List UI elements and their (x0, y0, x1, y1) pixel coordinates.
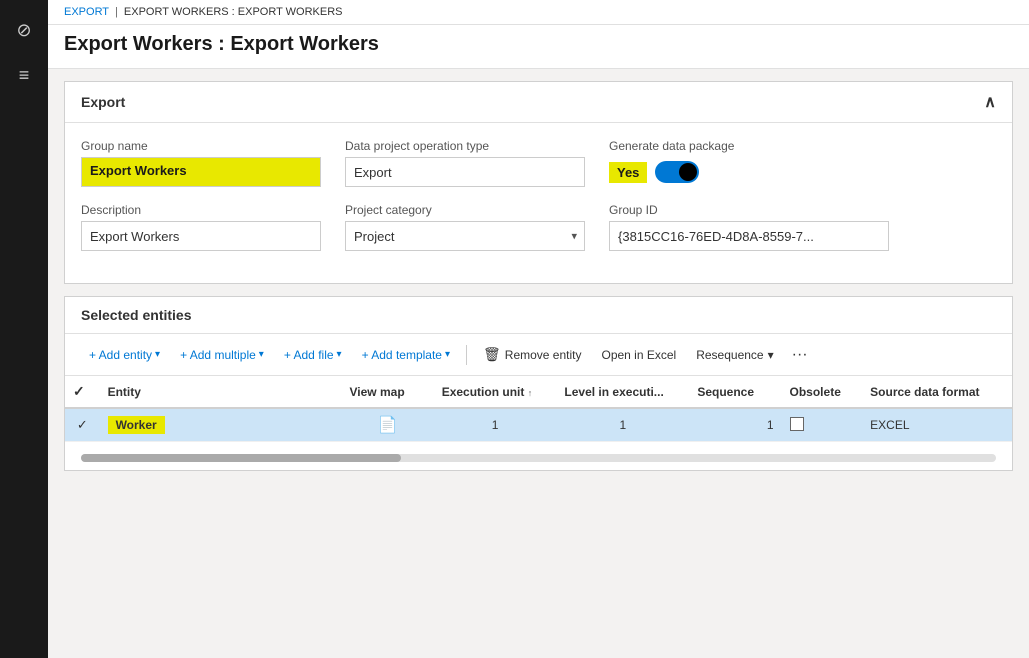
form-row-2: Description Project category Project Gro… (81, 203, 996, 251)
project-category-wrapper: Project (345, 221, 585, 251)
generate-package-field: Generate data package Yes (609, 139, 996, 187)
add-template-chevron: ▾ (445, 349, 450, 360)
add-multiple-button[interactable]: + Add multiple ▾ (172, 344, 272, 366)
group-name-input[interactable]: Export Workers (81, 157, 321, 187)
view-map-icon[interactable]: 📄 (378, 417, 398, 434)
open-excel-button[interactable]: Open in Excel (593, 344, 684, 366)
entities-card-header: Selected entities (65, 297, 1012, 334)
th-execunit[interactable]: Execution unit ↑ (434, 376, 557, 408)
th-sequence[interactable]: Sequence (689, 376, 781, 408)
group-name-field: Group name Export Workers (81, 139, 321, 187)
collapse-button[interactable]: ∧ (984, 92, 996, 112)
execution-unit-cell: 1 (434, 408, 557, 442)
group-id-label: Group ID (609, 203, 996, 217)
remove-entity-label: Remove entity (505, 348, 582, 362)
th-source[interactable]: Source data format (862, 376, 1012, 408)
sort-icon: ↑ (528, 388, 533, 398)
page-title-bar: Export Workers : Export Workers (48, 25, 1029, 69)
entities-card: Selected entities + Add entity ▾ + Add m… (64, 296, 1013, 471)
toggle-yes-label: Yes (609, 162, 647, 183)
add-file-button[interactable]: + Add file ▾ (276, 344, 350, 366)
page-title: Export Workers : Export Workers (64, 33, 1013, 56)
add-entity-chevron: ▾ (155, 349, 160, 360)
description-field: Description (81, 203, 321, 251)
add-entity-button[interactable]: + Add entity ▾ (81, 344, 168, 366)
table-row[interactable]: ✓ Worker 📄 1 1 1 (65, 408, 1012, 442)
filter-icon[interactable]: ⊘ (0, 8, 48, 53)
th-check: ✓ (65, 376, 100, 408)
main-content: EXPORT | EXPORT WORKERS : EXPORT WORKERS… (48, 0, 1029, 658)
add-multiple-chevron: ▾ (259, 349, 264, 360)
row-check: ✓ (65, 408, 100, 442)
obsolete-cell (782, 408, 863, 442)
entities-table-wrapper: ✓ Entity View map Execution unit ↑ Level… (65, 376, 1012, 442)
remove-entity-button[interactable]: 🗑 Remove entity (475, 342, 589, 367)
data-project-field: Data project operation type (345, 139, 585, 187)
scrollbar-area (65, 442, 1012, 470)
source-data-format-cell: EXCEL (862, 408, 1012, 442)
group-id-input[interactable] (609, 221, 889, 251)
resequence-chevron: ▾ (768, 348, 774, 362)
check-mark-icon: ✓ (77, 417, 88, 432)
description-input[interactable] (81, 221, 321, 251)
add-template-button[interactable]: + Add template ▾ (354, 344, 458, 366)
data-project-input[interactable] (345, 157, 585, 187)
breadcrumb-separator: | (115, 6, 118, 18)
entity-name-label: Worker (108, 416, 165, 434)
breadcrumb: EXPORT | EXPORT WORKERS : EXPORT WORKERS (48, 0, 1029, 25)
breadcrumb-path: EXPORT WORKERS : EXPORT WORKERS (124, 6, 343, 18)
add-entity-label: + Add entity (89, 348, 152, 362)
resequence-button[interactable]: Resequence ▾ (688, 344, 781, 366)
menu-icon[interactable]: ≡ (0, 53, 48, 98)
horizontal-scrollbar[interactable] (81, 454, 996, 462)
th-obsolete[interactable]: Obsolete (782, 376, 863, 408)
add-file-chevron: ▾ (337, 349, 342, 360)
description-label: Description (81, 203, 321, 217)
trash-icon: 🗑 (483, 346, 501, 363)
th-levelexec[interactable]: Level in executi... (556, 376, 689, 408)
toggle-switch[interactable] (655, 161, 699, 183)
export-card: Export ∧ Group name Export Workers Data … (64, 81, 1013, 284)
sequence-cell: 1 (689, 408, 781, 442)
content-area: Export ∧ Group name Export Workers Data … (48, 69, 1029, 658)
add-file-label: + Add file (284, 348, 334, 362)
table-header-row: ✓ Entity View map Execution unit ↑ Level… (65, 376, 1012, 408)
resequence-label: Resequence (696, 348, 763, 362)
add-template-label: + Add template (362, 348, 442, 362)
data-project-label: Data project operation type (345, 139, 585, 153)
project-category-field: Project category Project (345, 203, 585, 251)
header-check-icon: ✓ (73, 383, 85, 399)
project-category-select[interactable]: Project (345, 221, 585, 251)
open-excel-label: Open in Excel (601, 348, 676, 362)
export-card-title: Export (81, 94, 125, 110)
toggle-container: Yes (609, 157, 996, 187)
entities-table: ✓ Entity View map Execution unit ↑ Level… (65, 376, 1012, 442)
scrollbar-thumb[interactable] (81, 454, 401, 462)
breadcrumb-export-link[interactable]: EXPORT (64, 6, 109, 18)
more-options-button[interactable]: ··· (786, 344, 814, 366)
add-multiple-label: + Add multiple (180, 348, 256, 362)
toolbar-separator (466, 345, 467, 365)
table-header: ✓ Entity View map Execution unit ↑ Level… (65, 376, 1012, 408)
export-card-header: Export ∧ (65, 82, 1012, 123)
entities-toolbar: + Add entity ▾ + Add multiple ▾ + Add fi… (65, 334, 1012, 376)
th-viewmap[interactable]: View map (342, 376, 434, 408)
project-category-label: Project category (345, 203, 585, 217)
group-name-label: Group name (81, 139, 321, 153)
export-card-body: Group name Export Workers Data project o… (65, 123, 1012, 283)
view-map-cell[interactable]: 📄 (342, 408, 434, 442)
group-id-field: Group ID (609, 203, 996, 251)
form-row-1: Group name Export Workers Data project o… (81, 139, 996, 187)
table-body: ✓ Worker 📄 1 1 1 (65, 408, 1012, 442)
entity-cell: Worker (100, 408, 342, 442)
generate-label: Generate data package (609, 139, 996, 153)
level-execution-cell: 1 (556, 408, 689, 442)
sidebar: ⊘ ≡ (0, 0, 48, 658)
th-entity[interactable]: Entity (100, 376, 342, 408)
obsolete-checkbox[interactable] (790, 417, 804, 431)
